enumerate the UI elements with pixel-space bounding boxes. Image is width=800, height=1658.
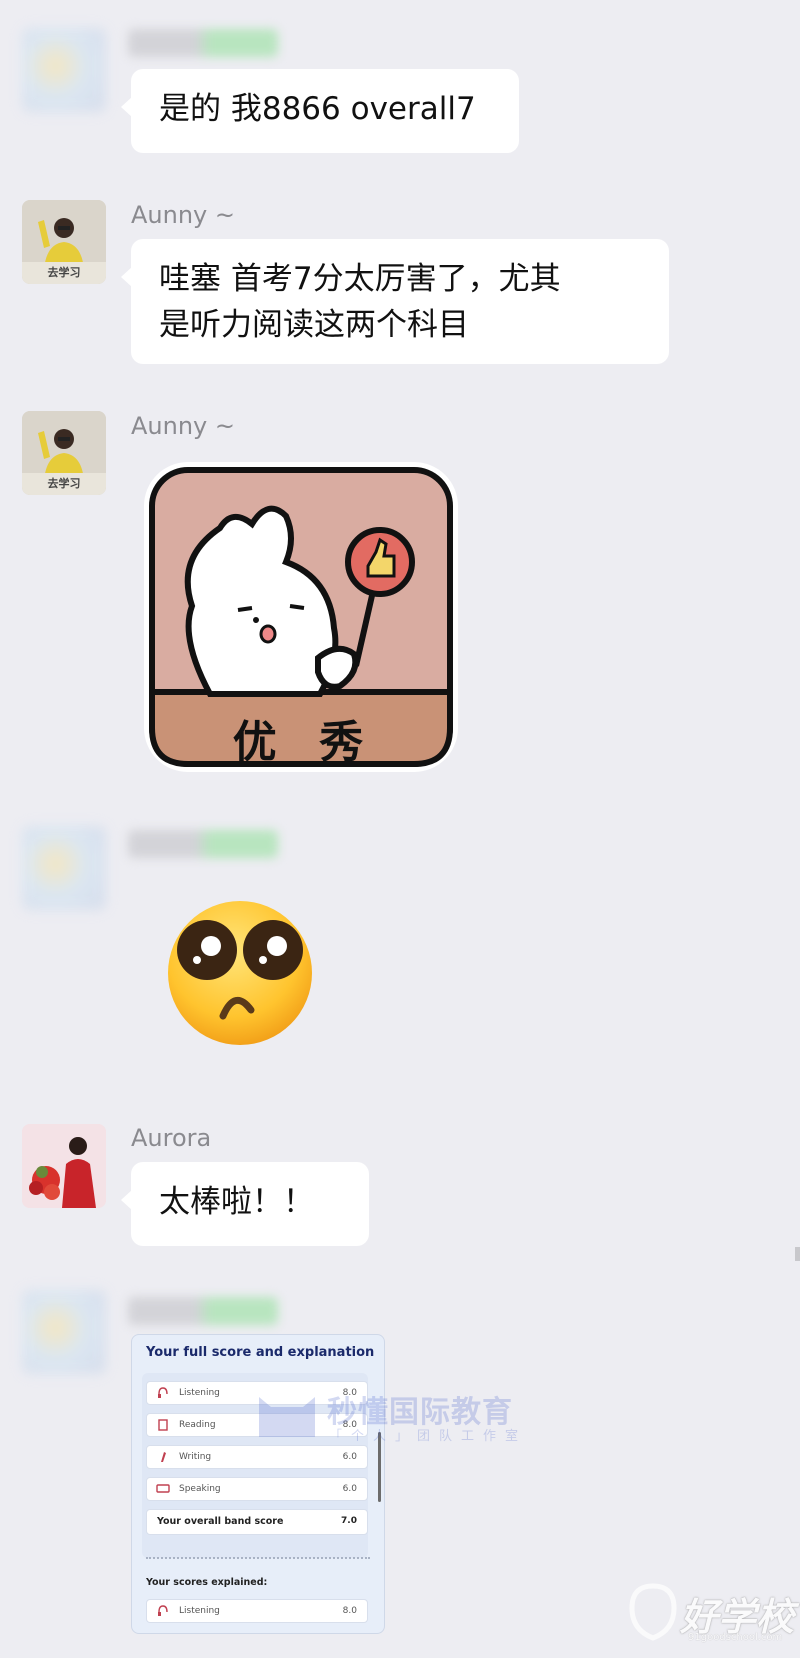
sender-name: Aurora (131, 1124, 212, 1152)
avatar[interactable] (22, 1290, 106, 1374)
speech-icon (156, 1484, 170, 1493)
avatar[interactable] (22, 1124, 106, 1208)
score-value: 8.0 (342, 1606, 357, 1616)
card-title: Your full score and explanation (146, 1345, 375, 1360)
headphone-icon (158, 1387, 168, 1398)
score-label: Reading (179, 1420, 216, 1430)
dotted-divider (146, 1557, 370, 1559)
pen-icon (161, 1452, 166, 1462)
scores-explained-heading: Your scores explained: (146, 1577, 268, 1588)
pleading-face-emoji[interactable] (165, 898, 315, 1048)
headphone-icon (158, 1605, 168, 1616)
message-bubble[interactable]: 是的 我8866 overall7 (121, 69, 519, 153)
sender-name-blurred (128, 830, 278, 858)
book-icon (158, 1419, 168, 1431)
sender-name-blurred (128, 29, 278, 57)
watermark-subtitle: 「个人」团队工作室 (329, 1429, 528, 1444)
score-report-image[interactable]: Your full score and explanation Listenin… (131, 1334, 385, 1634)
avatar-caption: 去学习 (47, 266, 81, 279)
message-text-line: 哇塞 首考7分太厉害了，尤其 (159, 261, 561, 297)
bunny-thumbs-up-sticker[interactable]: 优 秀 (140, 458, 462, 776)
avatar-caption: 去学习 (47, 477, 81, 490)
school-logo-icon (629, 1583, 677, 1641)
avatar[interactable]: 去学习 (22, 200, 106, 284)
sender-name: Aunny ~ (131, 201, 235, 229)
score-row-speaking: Speaking 6.0 (146, 1477, 368, 1501)
score-label: Listening (179, 1388, 220, 1398)
message-text: 是的 我8866 overall7 (159, 91, 476, 127)
sticker-caption: 优 秀 (232, 717, 368, 768)
message-bubble[interactable]: 太棒啦！！ (121, 1162, 369, 1246)
cat-logo-icon (259, 1397, 315, 1437)
score-value: 6.0 (342, 1452, 357, 1462)
overall-score-row: Your overall band score 7.0 (146, 1509, 368, 1535)
score-label: Writing (179, 1452, 212, 1462)
message-bubble[interactable]: 哇塞 首考7分太厉害了，尤其 是听力阅读这两个科目 (121, 239, 669, 364)
overall-value: 7.0 (341, 1516, 357, 1526)
edge-scroll-indicator (795, 1247, 800, 1261)
overall-label: Your overall band score (157, 1516, 284, 1527)
score-label: Speaking (179, 1484, 221, 1494)
score-value: 6.0 (342, 1484, 357, 1494)
sender-name-blurred (128, 1297, 278, 1325)
explained-row-listening: Listening 8.0 (146, 1599, 368, 1623)
sender-name: Aunny ~ (131, 412, 235, 440)
message-text-line: 是听力阅读这两个科目 (159, 307, 469, 343)
site-logo-url: 91goodschool.com (688, 1632, 783, 1643)
message-text: 太棒啦！！ (159, 1184, 314, 1220)
avatar[interactable] (22, 826, 106, 910)
score-row-writing: Writing 6.0 (146, 1445, 368, 1469)
score-label: Listening (179, 1606, 220, 1616)
avatar[interactable]: 去学习 (22, 411, 106, 495)
avatar[interactable] (22, 28, 106, 112)
